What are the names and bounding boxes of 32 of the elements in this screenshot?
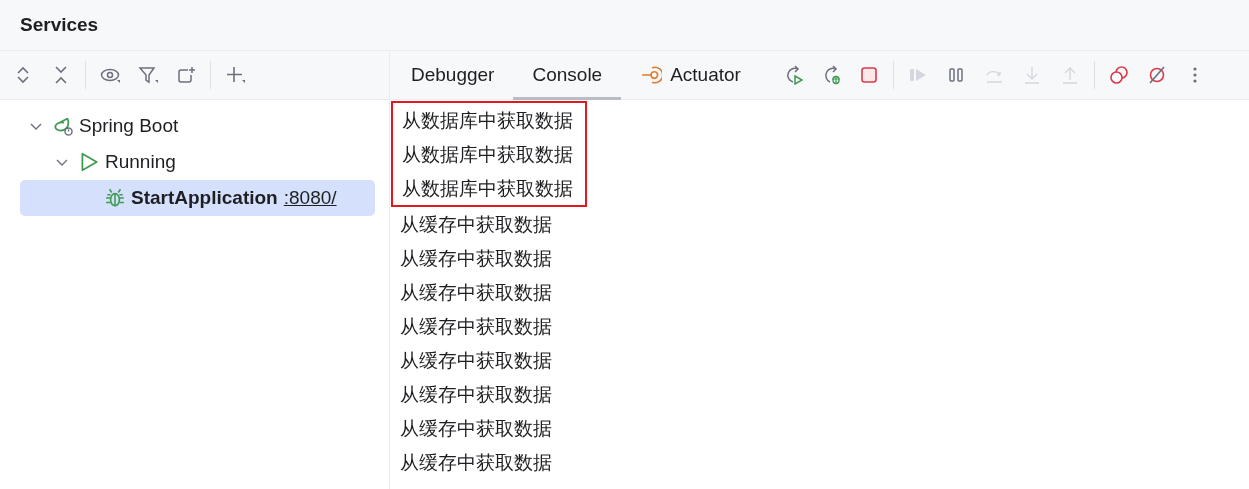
console-line: 从缓存中获取数据: [400, 313, 553, 339]
bug-icon: [104, 187, 126, 209]
panel-title: Services: [20, 12, 99, 37]
spring-leaf-icon: [52, 115, 74, 137]
tree-label: Spring Boot: [79, 113, 179, 138]
breakpoints-icon: [1108, 65, 1129, 85]
filter-icon: [138, 65, 158, 85]
port-link[interactable]: :8080/: [283, 183, 337, 213]
console-line: 从缓存中获取数据: [400, 449, 553, 475]
tree-item[interactable]: Running: [20, 144, 375, 180]
console-line: 从缓存中获取数据: [400, 211, 553, 237]
tree-item[interactable]: StartApplication :8080/: [20, 180, 375, 216]
more-icon: [1192, 67, 1197, 83]
mute-breakpoints-icon: [1146, 65, 1167, 85]
tab[interactable]: Actuator: [621, 50, 760, 100]
console-line: 从缓存中获取数据: [400, 347, 553, 373]
tree-label: Running: [105, 149, 176, 174]
tree-label: StartApplication: [131, 185, 278, 210]
tab[interactable]: Debugger: [392, 50, 514, 100]
stop-icon: [858, 65, 879, 85]
console-line: 从数据库中获取数据: [402, 141, 573, 167]
console-line: 从缓存中获取数据: [400, 279, 553, 305]
tree-item[interactable]: Spring Boot: [20, 108, 375, 144]
console-line: 从数据库中获取数据: [402, 107, 573, 133]
console-line: 从缓存中获取数据: [400, 381, 553, 407]
new-tab-icon: [176, 65, 196, 85]
actuator-icon: [640, 64, 663, 86]
console-line: 从缓存中获取数据: [400, 415, 553, 441]
console-line: 从缓存中获取数据: [400, 245, 553, 271]
tab[interactable]: Console: [513, 50, 622, 100]
console-line: 从数据库中获取数据: [402, 175, 573, 201]
add-icon: [225, 65, 245, 85]
